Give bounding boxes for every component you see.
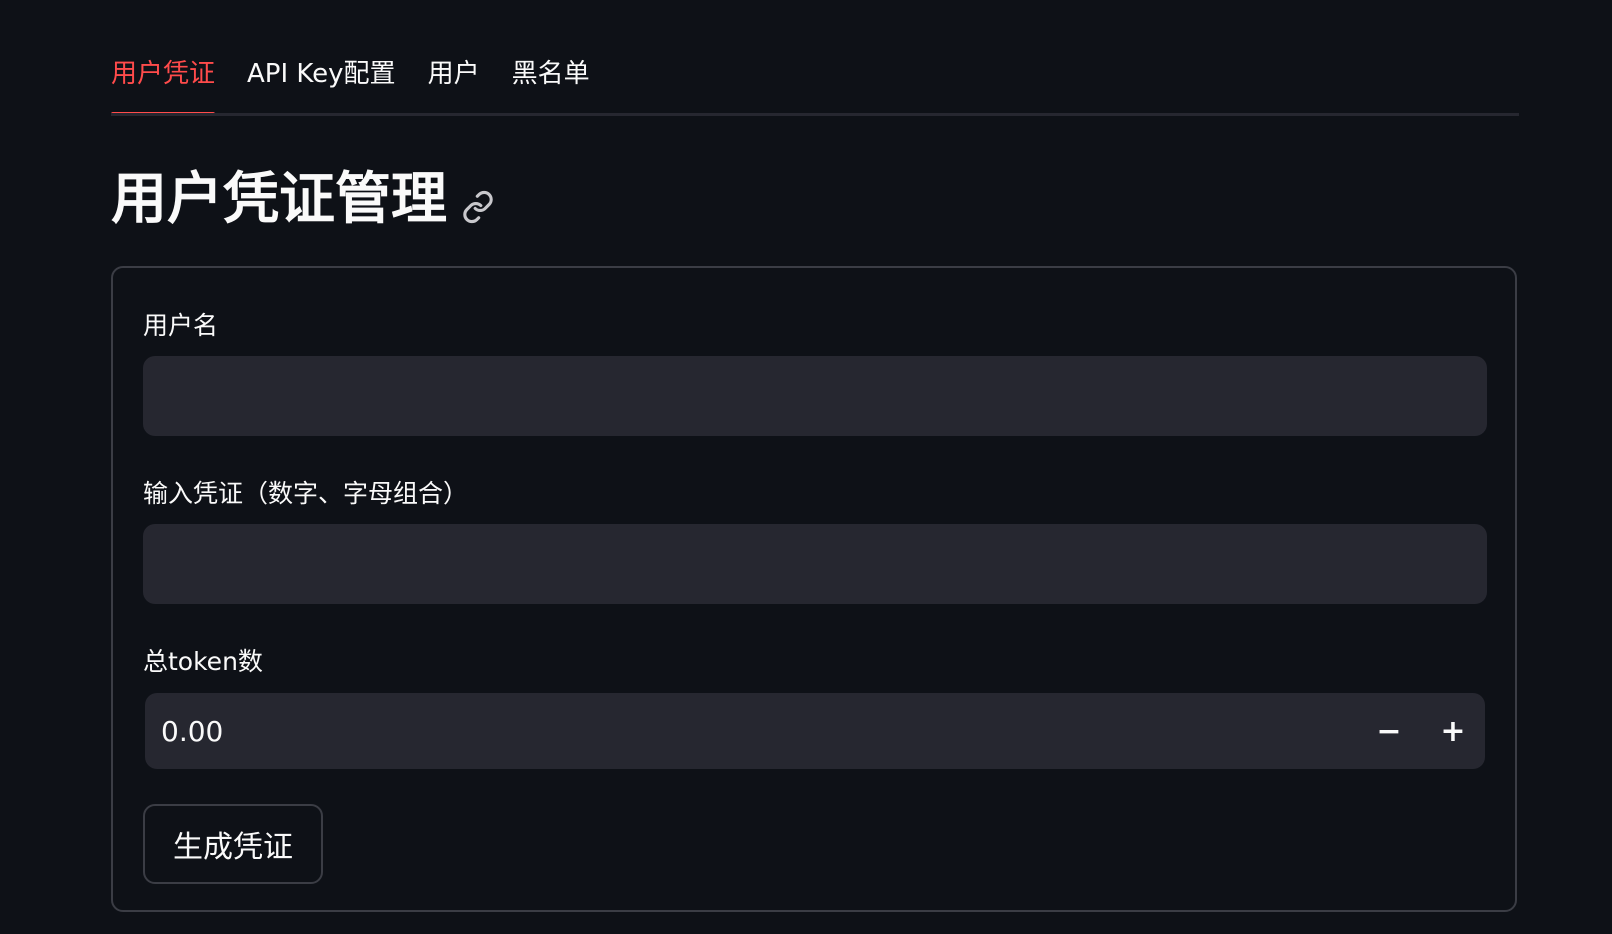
- total-tokens-stepper: − +: [145, 693, 1485, 769]
- tab-users[interactable]: 用户: [428, 52, 480, 116]
- generate-credential-button[interactable]: 生成凭证: [143, 804, 323, 884]
- credential-input[interactable]: [143, 524, 1487, 604]
- credential-label: 输入凭证（数字、字母组合）: [143, 479, 469, 508]
- increment-button[interactable]: +: [1421, 693, 1485, 769]
- username-label: 用户名: [143, 311, 219, 340]
- tab-user-credentials[interactable]: 用户凭证: [111, 52, 216, 116]
- credential-form: 用户名 输入凭证（数字、字母组合） 总token数 − + 生成凭证: [111, 266, 1517, 912]
- total-tokens-label: 总token数: [143, 647, 263, 676]
- tab-list: 用户凭证 API Key配置 用户 黑名单: [111, 52, 1519, 120]
- decrement-button[interactable]: −: [1357, 693, 1421, 769]
- total-tokens-input[interactable]: [145, 713, 1357, 749]
- page-header: 用户凭证管理: [111, 160, 495, 240]
- tab-bar: 用户凭证 API Key配置 用户 黑名单: [111, 52, 1519, 120]
- username-input[interactable]: [143, 356, 1487, 436]
- page-title: 用户凭证管理: [111, 167, 447, 232]
- link-icon[interactable]: [461, 190, 495, 224]
- tab-api-key-config[interactable]: API Key配置: [247, 52, 396, 116]
- tab-divider: [111, 113, 1519, 116]
- tab-blacklist[interactable]: 黑名单: [512, 52, 590, 116]
